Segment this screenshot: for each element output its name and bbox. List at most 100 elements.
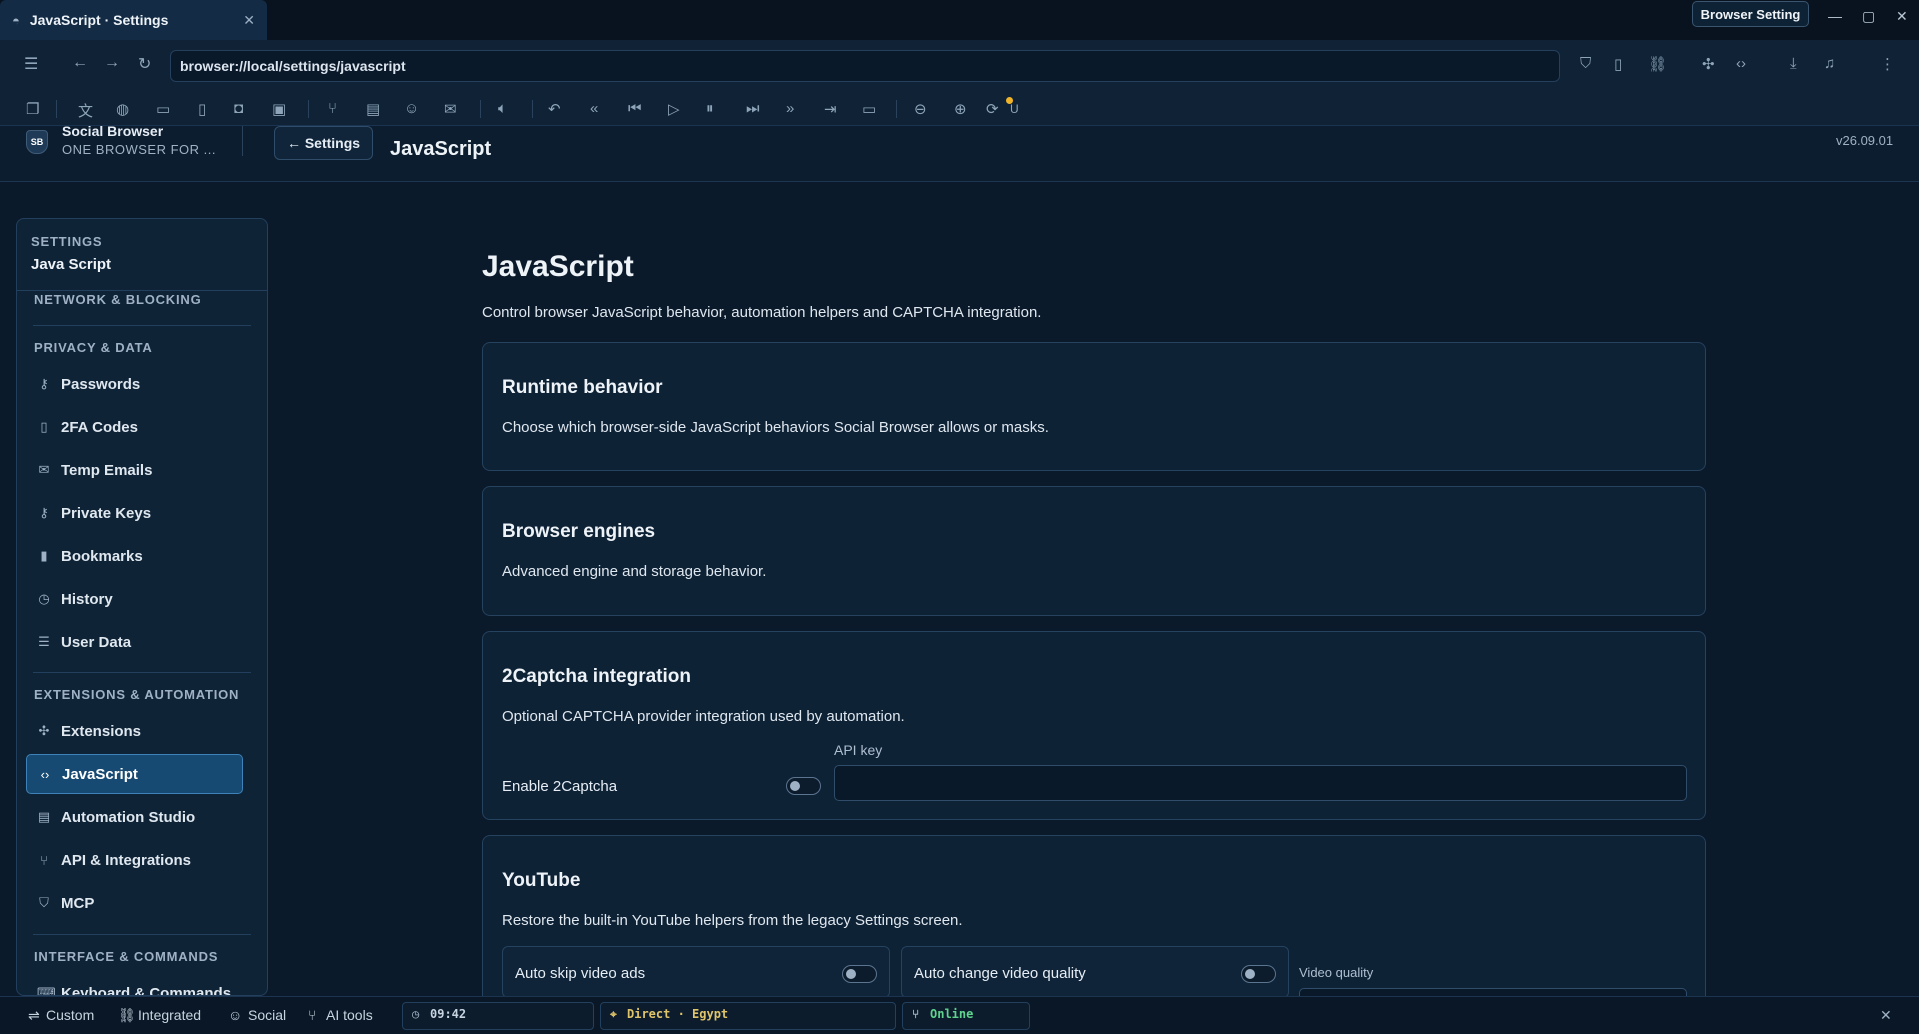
- sidebar-item-javascript[interactable]: ‹› JavaScript: [26, 754, 243, 794]
- page-description: Control browser JavaScript behavior, aut…: [482, 304, 1042, 321]
- puzzle-icon: ✣: [38, 723, 50, 738]
- status-ai-tools[interactable]: AI tools: [326, 1007, 373, 1023]
- address-bar[interactable]: browser://local/settings/javascript: [170, 50, 1560, 82]
- sidebar-toggle-icon[interactable]: ☰: [24, 54, 38, 74]
- user-badge[interactable]: U: [1010, 102, 1019, 116]
- extensions-icon[interactable]: ✣: [1702, 55, 1715, 73]
- download-icon[interactable]: ⤓: [1790, 55, 1797, 72]
- link-icon[interactable]: ⛓: [1648, 55, 1667, 73]
- reload-icon[interactable]: ↻: [138, 54, 151, 74]
- status-online: Online: [930, 1007, 974, 1021]
- section-interface-commands: INTERFACE & COMMANDS: [34, 949, 219, 964]
- sidebar-item-bookmarks[interactable]: ▮ Bookmarks: [26, 536, 243, 576]
- back-to-settings-button[interactable]: ← Settings: [274, 126, 373, 160]
- sidebar-item-user-data[interactable]: ☰ User Data: [26, 622, 243, 662]
- windows-icon[interactable]: ❐: [26, 100, 39, 118]
- browser-engines-card: Browser engines Advanced engine and stor…: [482, 486, 1706, 616]
- mobile-icon[interactable]: ▯: [198, 100, 206, 118]
- skip-end-icon[interactable]: ⇥: [824, 100, 837, 118]
- camera-icon[interactable]: ◘: [234, 100, 243, 117]
- card-title: 2Captcha integration: [502, 666, 691, 687]
- section-network-blocking[interactable]: NETWORK & BLOCKING: [34, 292, 202, 307]
- enable-captcha-toggle[interactable]: [786, 777, 821, 795]
- navigation-bar: ☰ ← → ↻ browser://local/settings/javascr…: [0, 40, 1919, 92]
- auto-skip-ads-label: Auto skip video ads: [515, 965, 646, 982]
- sidebar-item-temp-emails[interactable]: ✉ Temp Emails: [26, 450, 243, 490]
- page-title: JavaScript: [482, 250, 634, 283]
- version-label: v26.09.01: [1836, 133, 1894, 148]
- id-card-icon[interactable]: ▤: [366, 100, 380, 118]
- keyboard-icon: ⌨: [37, 985, 56, 996]
- enable-captcha-label: Enable 2Captcha: [502, 778, 618, 795]
- sidebar-header-label: SETTINGS: [31, 234, 103, 249]
- status-integrated[interactable]: Integrated: [138, 1007, 201, 1023]
- back-icon[interactable]: ←: [72, 54, 88, 72]
- app-favicon-icon: ◓: [12, 12, 20, 28]
- sidebar-item-label: User Data: [61, 633, 132, 651]
- divider: [33, 934, 251, 935]
- forward-icon[interactable]: →: [104, 54, 120, 72]
- tab-close-icon[interactable]: ✕: [243, 12, 255, 29]
- sidebar-item-2fa-codes[interactable]: ▯ 2FA Codes: [26, 407, 243, 447]
- browser-setting-button[interactable]: Browser Setting: [1692, 1, 1809, 27]
- save-icon[interactable]: ▣: [272, 100, 286, 118]
- users-icon[interactable]: ☺: [404, 100, 419, 117]
- link-icon: ⛓: [118, 1007, 136, 1023]
- status-social[interactable]: Social: [248, 1007, 286, 1023]
- fast-forward-icon[interactable]: »: [786, 100, 794, 117]
- speaker-icon[interactable]: 🔈︎: [498, 100, 507, 117]
- play-icon[interactable]: ▷: [668, 100, 680, 118]
- auto-quality-toggle[interactable]: [1241, 965, 1276, 983]
- auto-skip-ads-toggle[interactable]: [842, 965, 877, 983]
- share-icon[interactable]: ⑂: [328, 100, 337, 117]
- previous-icon[interactable]: ⏮︎: [628, 100, 642, 117]
- sidebar-item-label: History: [61, 590, 113, 608]
- sync-icon[interactable]: ⟳: [986, 100, 999, 118]
- zoom-in-icon[interactable]: ⊕: [954, 100, 967, 118]
- minimize-icon[interactable]: —: [1828, 8, 1842, 24]
- devtools-icon[interactable]: ‹›: [1736, 55, 1746, 72]
- divider: [480, 100, 481, 118]
- auto-quality-label: Auto change video quality: [914, 965, 1086, 982]
- pause-icon[interactable]: ⏸︎: [706, 100, 714, 117]
- divider: [532, 100, 533, 118]
- auto-skip-ads-option: Auto skip video ads: [502, 946, 890, 998]
- undo-icon[interactable]: ↶: [548, 100, 561, 118]
- desktop-icon[interactable]: ▭: [156, 100, 170, 118]
- palette-icon[interactable]: ◍: [116, 100, 129, 118]
- status-bar: ⇌ Custom ⛓ Integrated ☺ Social ⑂ AI tool…: [0, 996, 1919, 1034]
- mail-icon[interactable]: ✉: [444, 100, 457, 118]
- next-icon[interactable]: ⏭︎: [746, 100, 760, 117]
- menu-dots-icon[interactable]: ⋮: [1880, 55, 1895, 73]
- sidebar-item-api-integrations[interactable]: ⑂ API & Integrations: [26, 840, 243, 880]
- card-title: Runtime behavior: [502, 377, 663, 398]
- sidebar-item-private-keys[interactable]: ⚷ Private Keys: [26, 493, 243, 533]
- rewind-icon[interactable]: «: [590, 100, 598, 117]
- sidebar-item-mcp[interactable]: ⛉ MCP: [26, 883, 243, 923]
- bookmark-icon[interactable]: ▯: [1614, 55, 1622, 73]
- browser-tab[interactable]: ◓ JavaScript · Settings ✕: [0, 0, 267, 40]
- card-description: Optional CAPTCHA provider integration us…: [502, 708, 905, 725]
- close-status-icon[interactable]: ✕: [1880, 1007, 1892, 1024]
- maximize-icon[interactable]: ▢: [1862, 8, 1875, 25]
- sidebar-item-extensions[interactable]: ✣ Extensions: [26, 711, 243, 751]
- sidebar-item-automation-studio[interactable]: ▤ Automation Studio: [26, 797, 243, 837]
- tv-icon[interactable]: ▭: [862, 100, 876, 118]
- translate-icon[interactable]: 文: [78, 100, 93, 121]
- zoom-out-icon[interactable]: ⊖: [914, 100, 927, 118]
- card-title: Browser engines: [502, 521, 656, 542]
- sidebar-item-label: Passwords: [61, 375, 141, 393]
- sidebar-item-keyboard-commands[interactable]: ⌨ Keyboard & Commands: [26, 973, 243, 996]
- clock-icon: ◷: [38, 591, 50, 606]
- close-window-icon[interactable]: ✕: [1896, 8, 1908, 25]
- status-custom[interactable]: Custom: [46, 1007, 94, 1023]
- bell-icon[interactable]: ♫: [1824, 55, 1835, 72]
- card-description: Choose which browser-side JavaScript beh…: [502, 419, 1049, 436]
- api-key-input[interactable]: [834, 765, 1687, 801]
- code-icon: ‹›: [40, 766, 50, 782]
- shield-check-icon[interactable]: ⛉: [1580, 55, 1591, 72]
- divider: [56, 100, 57, 118]
- card-description: Restore the built-in YouTube helpers fro…: [502, 912, 963, 929]
- sidebar-item-history[interactable]: ◷ History: [26, 579, 243, 619]
- sidebar-item-passwords[interactable]: ⚷ Passwords: [26, 364, 243, 404]
